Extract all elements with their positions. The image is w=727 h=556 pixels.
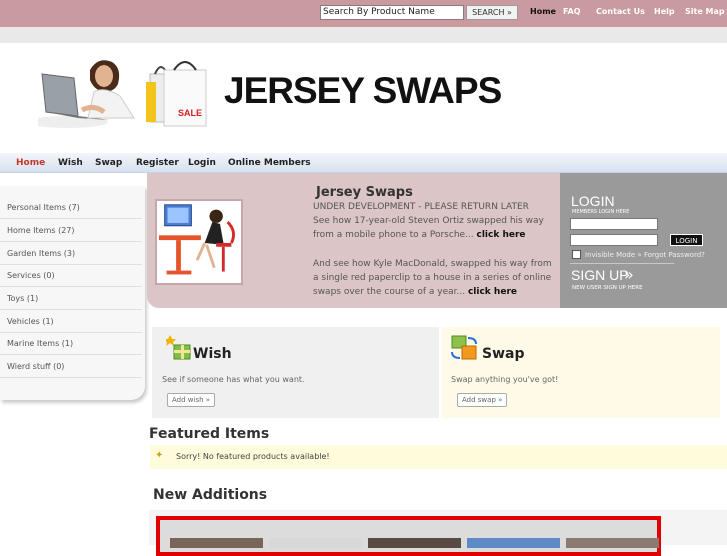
new-item-thumb-4[interactable] <box>467 538 560 548</box>
search-input[interactable]: Search By Product Name <box>320 5 464 20</box>
hero-paragraph-2: And see how Kyle MacDonald, swapped his … <box>313 257 557 299</box>
new-item-thumb-5[interactable] <box>566 538 659 548</box>
swap-icon <box>451 335 477 360</box>
new-item-thumb-3[interactable] <box>368 538 461 548</box>
sub-band <box>0 27 727 43</box>
hero-link-1[interactable]: click here <box>477 230 526 240</box>
sidebar-item-vehicles[interactable]: Vehicles (1) <box>0 311 142 333</box>
new-additions-title: New Additions <box>153 487 268 503</box>
star-icon: ✦ <box>155 450 164 461</box>
add-wish-button[interactable]: Add wish » <box>167 393 216 407</box>
swap-title: Swap <box>482 346 525 362</box>
login-title: LOGIN <box>571 193 615 209</box>
site-title: JERSEY SWAPS <box>224 70 502 111</box>
hero-title: Jersey Swaps <box>316 185 413 200</box>
featured-message: Sorry! No featured products available! <box>176 452 330 461</box>
sidebar-item-garden[interactable]: Garden Items (3) <box>0 243 142 265</box>
wish-title: Wish <box>193 346 232 362</box>
login-subtitle: MEMBERS LOGIN HERE <box>572 209 630 215</box>
nav-online-members[interactable]: Online Members <box>228 158 311 168</box>
sidebar-item-services[interactable]: Services (0) <box>0 265 142 287</box>
signup-title[interactable]: SIGN UP <box>571 267 629 283</box>
top-link-sitemap[interactable]: Site Map <box>685 7 725 16</box>
login-divider <box>570 263 674 264</box>
nav-swap[interactable]: Swap <box>95 158 122 168</box>
new-item-thumb-1[interactable] <box>170 538 263 548</box>
sidebar-item-home[interactable]: Home Items (27) <box>0 220 142 242</box>
invisible-mode-row: Invisible Mode » Forgot Password? <box>585 251 705 259</box>
gift-icon <box>166 335 191 360</box>
sidebar-item-personal[interactable]: Personal Items (7) <box>0 197 142 219</box>
hero-link-2[interactable]: click here <box>468 287 517 297</box>
hero-illustration <box>155 199 243 285</box>
nav-register[interactable]: Register <box>136 158 179 168</box>
nav-wish[interactable]: Wish <box>58 158 83 168</box>
new-item-thumb-2[interactable] <box>269 538 362 548</box>
featured-title: Featured Items <box>149 426 270 442</box>
login-button[interactable]: LOGIN <box>670 234 703 246</box>
password-field[interactable] <box>570 234 658 246</box>
top-link-help[interactable]: Help <box>654 7 675 16</box>
top-link-home[interactable]: Home <box>530 7 556 16</box>
hero-paragraph-1: See how 17-year-old Steven Ortiz swapped… <box>313 214 557 242</box>
nav-home[interactable]: Home <box>16 158 45 168</box>
top-link-faq[interactable]: FAQ <box>563 7 581 16</box>
sale-label: SALE <box>178 108 202 118</box>
sidebar-item-toys[interactable]: Toys (1) <box>0 288 142 310</box>
nav-login[interactable]: Login <box>188 158 216 168</box>
banner-image: SALE <box>38 52 208 130</box>
signup-subtitle: NEW USER SIGN UP HERE <box>572 285 643 291</box>
wish-description: See if someone has what you want. <box>162 375 305 384</box>
search-button[interactable]: SEARCH » <box>466 5 518 20</box>
add-swap-button[interactable]: Add swap » <box>457 393 508 407</box>
new-additions-frame <box>156 516 661 556</box>
signup-arrow-icon[interactable]: » <box>624 265 634 284</box>
invisible-mode-label: Invisible Mode <box>585 251 636 259</box>
invisible-mode-checkbox[interactable] <box>572 250 581 259</box>
forgot-password-link[interactable]: Forgot Password? <box>644 251 705 259</box>
sidebar-item-marine[interactable]: Marine Items (1) <box>0 333 142 355</box>
sidebar-item-wierd[interactable]: Wierd stuff (0) <box>0 356 142 378</box>
hero-status: UNDER DEVELOPMENT - PLEASE RETURN LATER <box>313 202 529 212</box>
swap-description: Swap anything you've got! <box>451 375 559 384</box>
top-link-contact[interactable]: Contact Us <box>596 7 645 16</box>
username-field[interactable] <box>570 218 658 230</box>
